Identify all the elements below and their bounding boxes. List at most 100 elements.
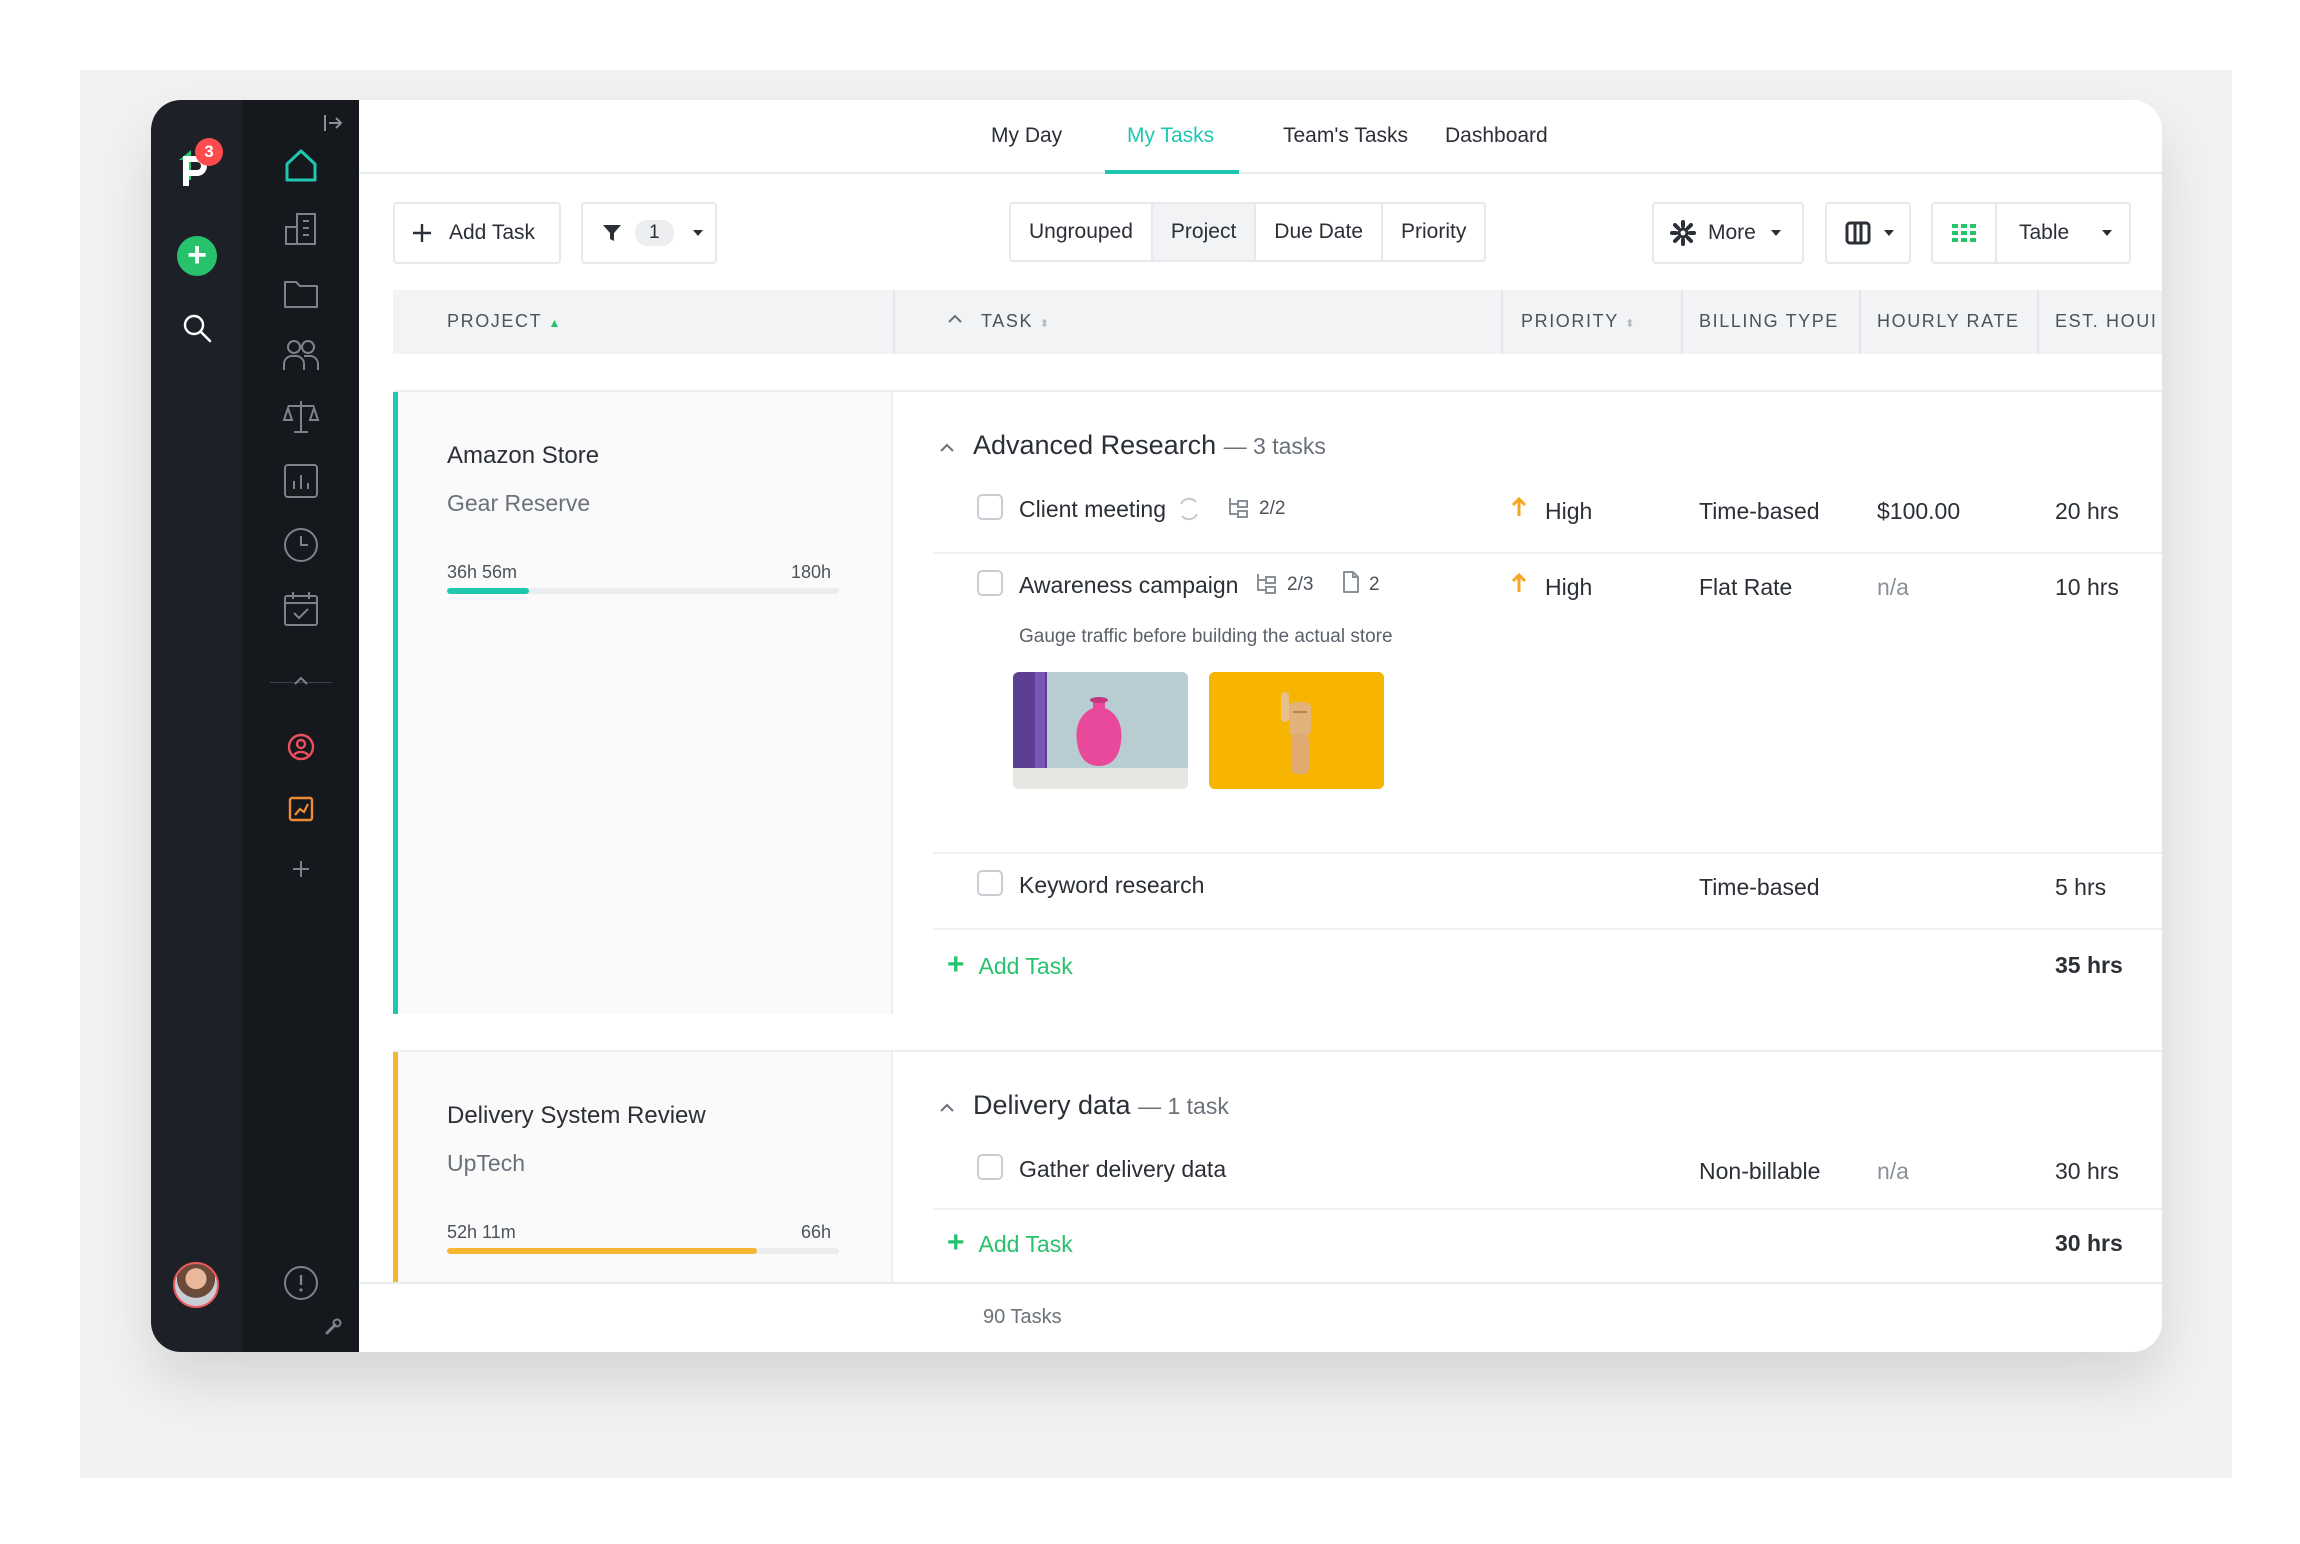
notification-badge[interactable]: 3 — [195, 138, 223, 166]
gear-icon — [1670, 220, 1696, 246]
task-checkbox[interactable] — [977, 1154, 1003, 1180]
clock-icon[interactable] — [280, 524, 322, 566]
tab-my-tasks[interactable]: My Tasks — [1127, 124, 1214, 148]
chevron-up-icon[interactable] — [292, 672, 310, 690]
calendar-check-icon[interactable] — [280, 588, 322, 630]
chart-box-icon[interactable] — [284, 792, 318, 826]
group-project[interactable]: Project — [1152, 204, 1257, 260]
col-task[interactable]: TASK ⬍ — [981, 311, 1051, 332]
sort-icon: ⬍ — [1039, 318, 1051, 330]
filter-count: 1 — [635, 220, 674, 246]
priority-value[interactable]: High — [1545, 574, 1592, 601]
folder-icon[interactable] — [280, 272, 322, 314]
section-title[interactable]: Delivery data — 1 task — [973, 1090, 1229, 1121]
table-footer: 90 Tasks — [359, 1282, 2162, 1352]
add-task-inline-label: Add Task — [978, 1231, 1073, 1257]
primary-rail: 3 + — [151, 100, 242, 1352]
home-icon[interactable] — [280, 144, 322, 186]
project-name[interactable]: Delivery System Review — [447, 1102, 706, 1130]
task-name[interactable]: Awareness campaign — [1019, 572, 1238, 599]
rate-value[interactable]: n/a — [1877, 1158, 1909, 1185]
project-client: Gear Reserve — [447, 490, 591, 516]
chevron-up-icon[interactable] — [947, 308, 963, 329]
billing-value[interactable]: Non-billable — [1699, 1158, 1820, 1185]
task-checkbox[interactable] — [977, 494, 1003, 520]
project-name[interactable]: Amazon Store — [447, 442, 599, 470]
search-icon[interactable] — [177, 308, 217, 348]
info-icon[interactable] — [282, 1264, 320, 1302]
user-circle-icon[interactable] — [284, 730, 318, 764]
hours-value[interactable]: 10 hrs — [2055, 574, 2119, 601]
add-task-inline-button[interactable]: + Add Task — [947, 948, 1073, 982]
tab-dashboard[interactable]: Dashboard — [1445, 124, 1548, 148]
group-priority[interactable]: Priority — [1383, 204, 1484, 260]
hours-value[interactable]: 5 hrs — [2055, 874, 2106, 901]
add-task-button[interactable]: Add Task — [393, 202, 561, 264]
task-checkbox[interactable] — [977, 570, 1003, 596]
project-cell: Delivery System Review UpTech 52h 11m 66… — [393, 1052, 893, 1290]
row-divider — [933, 928, 2162, 930]
group-by-segmented-control: Ungrouped Project Due Date Priority — [1009, 202, 1487, 262]
group-due-date[interactable]: Due Date — [1256, 204, 1383, 260]
plus-icon: + — [947, 948, 965, 981]
tab-teams-tasks[interactable]: Team's Tasks — [1283, 124, 1408, 148]
task-name[interactable]: Keyword research — [1019, 872, 1204, 899]
col-priority[interactable]: PRIORITY ⬍ — [1521, 311, 1636, 332]
chevron-down-icon — [1884, 230, 1894, 236]
col-divider — [893, 290, 895, 354]
section-title[interactable]: Advanced Research — 3 tasks — [973, 430, 1326, 461]
subtask-icon — [1255, 572, 1279, 600]
task-checkbox[interactable] — [977, 870, 1003, 896]
rate-value[interactable]: $100.00 — [1877, 498, 1960, 525]
chevron-up-icon[interactable] — [939, 1100, 954, 1114]
plus-icon[interactable] — [288, 856, 314, 882]
columns-button[interactable] — [1825, 202, 1911, 264]
chevron-down-icon — [2102, 230, 2113, 236]
billing-value[interactable]: Time-based — [1699, 874, 1820, 901]
wrench-icon[interactable] — [322, 1316, 344, 1338]
plus-icon — [413, 224, 431, 242]
quick-add-button[interactable]: + — [177, 236, 217, 276]
group-ungrouped[interactable]: Ungrouped — [1011, 204, 1153, 260]
columns-icon — [1845, 221, 1871, 245]
more-button[interactable]: More — [1652, 202, 1804, 264]
view-switcher[interactable]: Table — [1931, 202, 2131, 264]
team-icon[interactable] — [280, 334, 322, 376]
task-name[interactable]: Gather delivery data — [1019, 1156, 1226, 1183]
task-name[interactable]: Client meeting — [1019, 496, 1166, 523]
billing-value[interactable]: Time-based — [1699, 498, 1820, 525]
section-count: — 3 tasks — [1223, 433, 1326, 459]
priority-high-icon — [1511, 572, 1527, 600]
task-description: Gauge traffic before building the actual… — [1019, 626, 1393, 647]
task-count: 90 Tasks — [983, 1306, 1062, 1328]
col-est-hours[interactable]: EST. HOUI — [2055, 311, 2157, 332]
tab-my-day[interactable]: My Day — [991, 124, 1062, 148]
collapse-icon[interactable] — [320, 110, 346, 136]
col-billing-type[interactable]: BILLING TYPE — [1699, 311, 1839, 332]
attachment-thumbnail-hand[interactable] — [1209, 672, 1384, 789]
col-project[interactable]: PROJECT ▲ — [447, 311, 562, 332]
group-total-hours: 30 hrs — [2055, 1230, 2123, 1256]
chevron-down-icon — [692, 230, 703, 236]
hours-value[interactable]: 20 hrs — [2055, 498, 2119, 525]
add-task-inline-button[interactable]: + Add Task — [947, 1226, 1073, 1260]
filter-button[interactable]: 1 — [581, 202, 717, 264]
hours-value[interactable]: 30 hrs — [2055, 1158, 2119, 1185]
plus-icon: + — [947, 1226, 965, 1259]
section-name: Advanced Research — [973, 430, 1217, 460]
col-hourly-rate[interactable]: HOURLY RATE — [1877, 311, 2020, 332]
attachment-thumbnail-vase[interactable] — [1013, 672, 1188, 789]
priority-value[interactable]: High — [1545, 498, 1592, 525]
building-icon[interactable] — [280, 208, 322, 250]
col-divider — [1859, 290, 1861, 354]
sort-icon: ⬍ — [1625, 318, 1636, 330]
scale-icon[interactable] — [280, 396, 322, 438]
rate-value[interactable]: n/a — [1877, 574, 1909, 601]
billing-value[interactable]: Flat Rate — [1699, 574, 1792, 601]
chart-icon[interactable] — [280, 460, 322, 502]
chevron-up-icon[interactable] — [939, 440, 954, 454]
col-task-label: TASK — [981, 311, 1034, 331]
avatar[interactable] — [173, 1262, 219, 1308]
recurring-icon — [1175, 496, 1203, 528]
subtask-count: 2/2 — [1259, 498, 1286, 519]
